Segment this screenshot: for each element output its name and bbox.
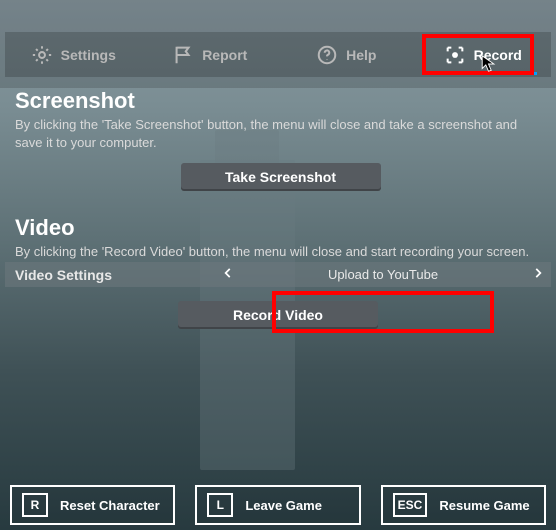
record-icon	[444, 44, 466, 66]
reset-character-button[interactable]: R Reset Character	[10, 485, 175, 525]
video-settings-label: Video Settings	[5, 267, 215, 283]
key-hint: L	[207, 493, 233, 517]
video-settings-value: Upload to YouTube	[241, 267, 525, 282]
gear-icon	[31, 44, 53, 66]
tab-record[interactable]: Record	[415, 32, 552, 77]
tab-label: Help	[346, 47, 376, 63]
key-hint: ESC	[393, 493, 428, 517]
tab-bar: Settings Report Help Record	[5, 32, 551, 77]
video-settings-row: Video Settings Upload to YouTube	[5, 262, 551, 287]
resume-game-button[interactable]: ESC Resume Game	[381, 485, 546, 525]
record-video-button[interactable]: Record Video	[178, 301, 378, 329]
flag-icon	[172, 44, 194, 66]
key-hint: R	[22, 493, 48, 517]
tab-label: Report	[202, 47, 247, 63]
video-desc: By clicking the 'Record Video' button, t…	[15, 243, 546, 261]
bottom-bar: R Reset Character L Leave Game ESC Resum…	[10, 485, 546, 525]
leave-game-button[interactable]: L Leave Game	[195, 485, 360, 525]
screenshot-title: Screenshot	[15, 88, 546, 114]
chevron-left-icon	[221, 266, 235, 280]
button-label: Resume Game	[439, 498, 529, 513]
chevron-right-icon	[531, 266, 545, 280]
button-label: Reset Character	[60, 498, 160, 513]
tab-label: Settings	[61, 47, 116, 63]
next-option-button[interactable]	[525, 266, 551, 283]
button-label: Leave Game	[245, 498, 322, 513]
take-screenshot-button[interactable]: Take Screenshot	[181, 163, 381, 191]
help-icon	[316, 44, 338, 66]
screenshot-desc: By clicking the 'Take Screenshot' button…	[15, 116, 546, 151]
prev-option-button[interactable]	[215, 266, 241, 283]
video-title: Video	[15, 215, 546, 241]
tab-help[interactable]: Help	[278, 32, 415, 77]
tab-label: Record	[474, 47, 522, 63]
tab-settings[interactable]: Settings	[5, 32, 142, 77]
tab-report[interactable]: Report	[142, 32, 279, 77]
